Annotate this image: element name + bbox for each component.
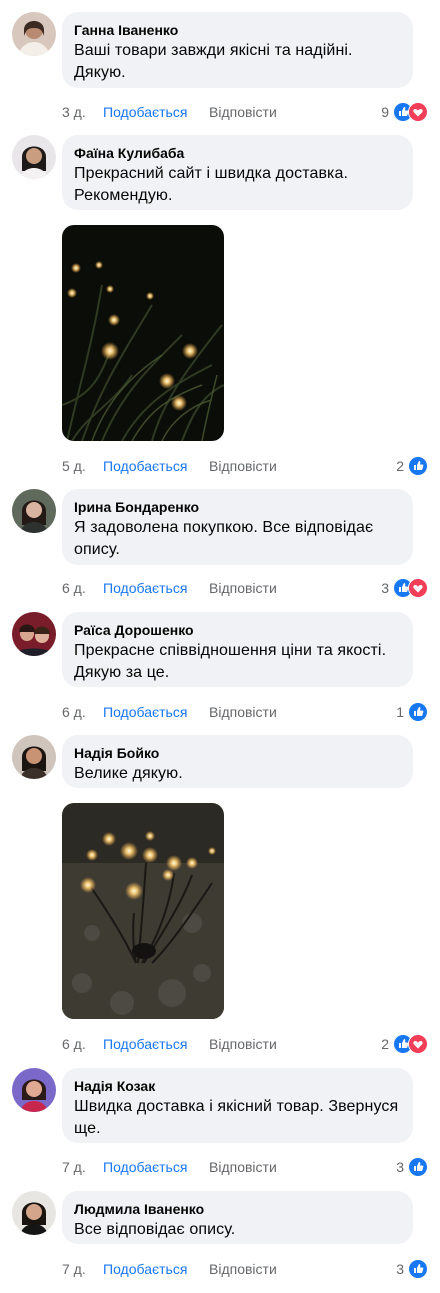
- comment-bubble: Ганна Іваненко Ваші товари завжди якісні…: [62, 12, 413, 88]
- avatar[interactable]: [12, 12, 56, 56]
- comment-actions: 6 д. Подобається Відповісти 2: [62, 1033, 428, 1055]
- comment-bubble: Надія Козак Швидка доставка і якісний то…: [62, 1068, 413, 1143]
- reaction-count: 2: [381, 1036, 389, 1052]
- like-button[interactable]: Подобається: [103, 1033, 187, 1055]
- comment-actions: 6 д. Подобається Відповісти 3: [62, 577, 428, 599]
- avatar[interactable]: [12, 735, 56, 779]
- comment-time[interactable]: 6 д.: [62, 1033, 86, 1055]
- reply-button[interactable]: Відповісти: [209, 701, 277, 723]
- comment-text: Прекрасне співвідношення ціни та якості.…: [74, 642, 387, 681]
- like-button[interactable]: Подобається: [103, 1258, 187, 1280]
- like-icon: [408, 1157, 428, 1177]
- comment-text: Я задоволена покупкою. Все відповідає оп…: [74, 519, 374, 558]
- avatar[interactable]: [12, 135, 56, 179]
- reactions[interactable]: 3: [396, 1156, 428, 1178]
- comment-time[interactable]: 7 д.: [62, 1258, 86, 1280]
- comment-bubble: Людмила Іваненко Все відповідає опису.: [62, 1191, 413, 1244]
- like-button[interactable]: Подобається: [103, 101, 187, 123]
- comment-bubble: Надія Бойко Велике дякую.: [62, 735, 413, 788]
- reactions[interactable]: 9: [381, 101, 428, 123]
- avatar[interactable]: [12, 1191, 56, 1235]
- heart-icon: [408, 1034, 428, 1054]
- reply-button[interactable]: Відповісти: [209, 577, 277, 599]
- reaction-count: 3: [381, 580, 389, 596]
- like-icon: [408, 456, 428, 476]
- reactions[interactable]: 3: [396, 1258, 428, 1280]
- comment-author[interactable]: Ірина Бондаренко: [74, 498, 401, 516]
- reaction-count: 1: [396, 704, 404, 720]
- avatar[interactable]: [12, 489, 56, 533]
- reaction-count: 3: [396, 1261, 404, 1277]
- comment-author[interactable]: Фаїна Кулибаба: [74, 144, 401, 162]
- comment-time[interactable]: 6 д.: [62, 701, 86, 723]
- comment-actions: 7 д. Подобається Відповісти 3: [62, 1258, 428, 1280]
- like-button[interactable]: Подобається: [103, 455, 187, 477]
- comment-author[interactable]: Раїса Дорошенко: [74, 621, 401, 639]
- reply-button[interactable]: Відповісти: [209, 101, 277, 123]
- comment-text: Все відповідає опису.: [74, 1221, 236, 1238]
- like-button[interactable]: Подобається: [103, 701, 187, 723]
- reaction-count: 2: [396, 458, 404, 474]
- avatar[interactable]: [12, 612, 56, 656]
- comment-text: Прекрасний сайт і швидка доставка. Реком…: [74, 165, 349, 204]
- comment-time[interactable]: 7 д.: [62, 1156, 86, 1178]
- reply-button[interactable]: Відповісти: [209, 1156, 277, 1178]
- comment-text: Велике дякую.: [74, 765, 183, 782]
- comment-bubble: Ірина Бондаренко Я задоволена покупкою. …: [62, 489, 413, 565]
- comment-actions: 7 д. Подобається Відповісти 3: [62, 1156, 428, 1178]
- like-icon: [408, 702, 428, 722]
- reply-button[interactable]: Відповісти: [209, 1258, 277, 1280]
- reactions[interactable]: 1: [396, 701, 428, 723]
- comment-photo[interactable]: [62, 803, 224, 1019]
- comment-text: Ваші товари завжди якісні та надійні. Дя…: [74, 42, 353, 81]
- like-button[interactable]: Подобається: [103, 1156, 187, 1178]
- reply-button[interactable]: Відповісти: [209, 455, 277, 477]
- comment-actions: 5 д. Подобається Відповісти 2: [62, 455, 428, 477]
- reaction-count: 3: [396, 1159, 404, 1175]
- heart-icon: [408, 102, 428, 122]
- reactions[interactable]: 2: [396, 455, 428, 477]
- reply-button[interactable]: Відповісти: [209, 1033, 277, 1055]
- reactions[interactable]: 3: [381, 577, 428, 599]
- comment-time[interactable]: 3 д.: [62, 101, 86, 123]
- comment-text: Швидка доставка і якісний товар. Звернус…: [74, 1098, 399, 1137]
- comment-bubble: Раїса Дорошенко Прекрасне співвідношення…: [62, 612, 413, 687]
- like-icon: [408, 1259, 428, 1279]
- reactions[interactable]: 2: [381, 1033, 428, 1055]
- comment-author[interactable]: Людмила Іваненко: [74, 1200, 401, 1218]
- comment-time[interactable]: 6 д.: [62, 577, 86, 599]
- comment-author[interactable]: Надія Козак: [74, 1077, 401, 1095]
- comment-time[interactable]: 5 д.: [62, 455, 86, 477]
- comment-author[interactable]: Ганна Іваненко: [74, 21, 401, 39]
- reaction-count: 9: [381, 104, 389, 120]
- comment-photo[interactable]: [62, 225, 224, 441]
- comment-actions: 3 д. Подобається Відповісти 9: [62, 101, 428, 123]
- avatar[interactable]: [12, 1068, 56, 1112]
- comment-author[interactable]: Надія Бойко: [74, 744, 401, 762]
- like-button[interactable]: Подобається: [103, 577, 187, 599]
- comment-bubble: Фаїна Кулибаба Прекрасний сайт і швидка …: [62, 135, 413, 210]
- heart-icon: [408, 578, 428, 598]
- comment-actions: 6 д. Подобається Відповісти 1: [62, 701, 428, 723]
